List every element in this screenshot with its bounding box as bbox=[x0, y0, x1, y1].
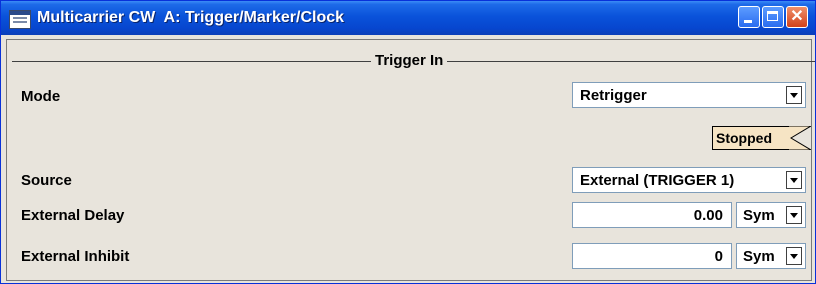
chevron-down-icon[interactable] bbox=[786, 206, 802, 224]
mode-select[interactable]: Retrigger bbox=[572, 82, 806, 108]
dialog-window: Multicarrier CW A: Trigger/Marker/Clock … bbox=[0, 0, 816, 284]
status-badge: Stopped bbox=[712, 126, 790, 150]
app-window-icon bbox=[9, 10, 31, 29]
source-label: Source bbox=[21, 172, 72, 189]
status-pointer-icon bbox=[789, 126, 811, 150]
external-delay-unit: Sym bbox=[743, 207, 775, 224]
window-title: Multicarrier CW A: Trigger/Marker/Clock bbox=[37, 9, 345, 26]
close-icon: ✕ bbox=[790, 8, 804, 25]
external-delay-input[interactable]: 0.00 bbox=[572, 202, 732, 228]
group-title: Trigger In bbox=[371, 52, 448, 69]
source-select[interactable]: External (TRIGGER 1) bbox=[572, 167, 806, 193]
source-value: External (TRIGGER 1) bbox=[580, 172, 735, 189]
trigger-panel: Trigger In Mode Retrigger Stopped Source… bbox=[6, 39, 815, 281]
external-inhibit-input[interactable]: 0 bbox=[572, 243, 732, 269]
minimize-button[interactable] bbox=[738, 6, 760, 28]
mode-label: Mode bbox=[21, 88, 61, 105]
external-delay-label: External Delay bbox=[21, 207, 125, 224]
mode-value: Retrigger bbox=[580, 87, 647, 104]
minimize-icon bbox=[739, 7, 759, 27]
external-inhibit-unit: Sym bbox=[743, 248, 775, 265]
chevron-down-icon[interactable] bbox=[786, 171, 802, 189]
title-bar[interactable]: Multicarrier CW A: Trigger/Marker/Clock … bbox=[1, 1, 815, 35]
maximize-icon bbox=[763, 7, 783, 27]
status-text: Stopped bbox=[716, 130, 772, 146]
external-inhibit-unit-select[interactable]: Sym bbox=[736, 243, 806, 269]
chevron-down-icon[interactable] bbox=[786, 247, 802, 265]
external-inhibit-label: External Inhibit bbox=[21, 248, 130, 265]
external-delay-value: 0.00 bbox=[693, 207, 723, 224]
maximize-button[interactable] bbox=[762, 6, 784, 28]
chevron-down-icon[interactable] bbox=[786, 86, 802, 104]
external-inhibit-value: 0 bbox=[714, 248, 723, 265]
close-button[interactable]: ✕ bbox=[786, 6, 808, 28]
external-delay-unit-select[interactable]: Sym bbox=[736, 202, 806, 228]
